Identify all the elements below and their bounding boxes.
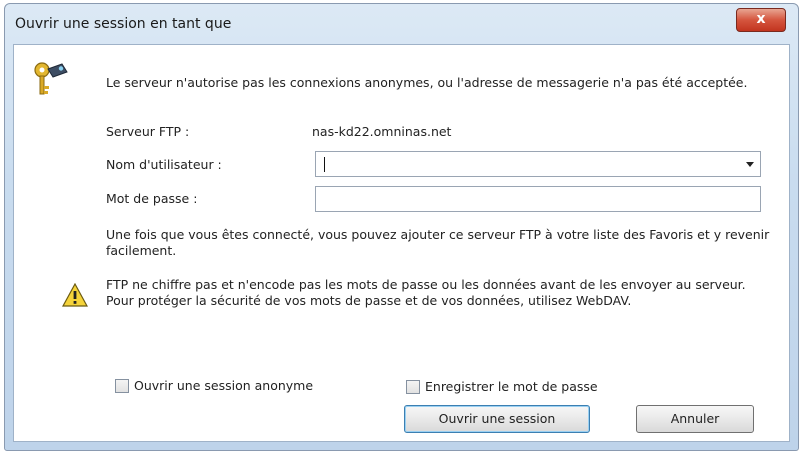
security-warning: FTP ne chiffre pas et n'encode pas les m… [106, 277, 746, 308]
cancel-button[interactable]: Annuler [636, 405, 754, 433]
title-bar[interactable]: Ouvrir une session en tant que x [5, 4, 798, 42]
favorites-info: Une fois que vous êtes connecté, vous po… [106, 227, 770, 258]
password-label: Mot de passe : [106, 191, 198, 206]
login-dialog: Ouvrir une session en tant que x Le serv… [4, 3, 799, 451]
password-input[interactable] [315, 186, 761, 212]
close-button[interactable]: x [736, 8, 786, 32]
username-input[interactable] [315, 151, 761, 177]
username-label: Nom d'utilisateur : [106, 157, 222, 172]
warning-icon [62, 283, 88, 307]
dialog-title: Ouvrir une session en tant que [15, 16, 232, 32]
close-icon: x [756, 11, 766, 27]
login-button[interactable]: Ouvrir une session [404, 405, 590, 433]
server-label: Serveur FTP : [106, 124, 190, 139]
save-password-checkbox[interactable] [406, 380, 420, 394]
save-password-label[interactable]: Enregistrer le mot de passe [425, 379, 598, 394]
text-cursor [324, 157, 325, 172]
chevron-down-icon[interactable] [746, 162, 754, 167]
intro-message: Le serveur n'autorise pas les connexions… [106, 75, 748, 90]
anonymous-label[interactable]: Ouvrir une session anonyme [134, 378, 313, 393]
keys-icon [34, 62, 68, 95]
dialog-body: Le serveur n'autorise pas les connexions… [13, 44, 790, 442]
server-value: nas-kd22.omninas.net [312, 124, 452, 139]
anonymous-checkbox[interactable] [115, 379, 129, 393]
